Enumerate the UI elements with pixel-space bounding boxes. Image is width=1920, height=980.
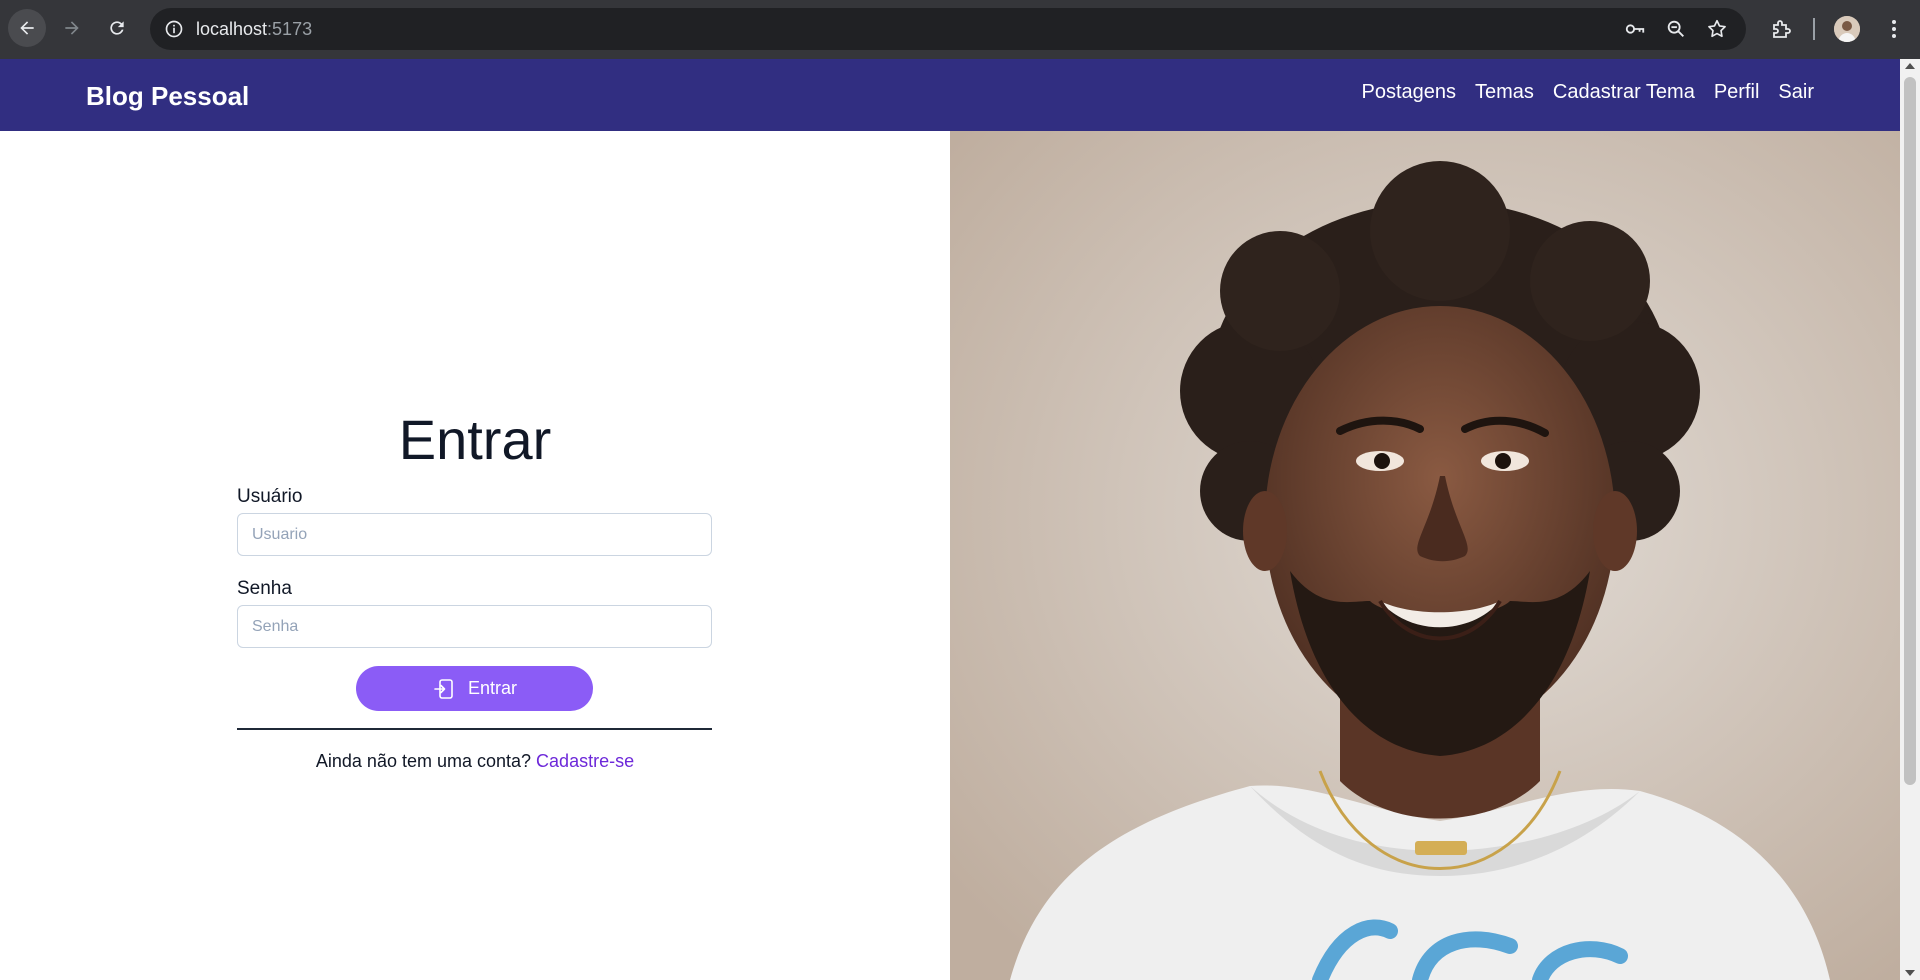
url-text[interactable]: localhost:5173 xyxy=(196,19,312,39)
zoom-icon[interactable] xyxy=(1665,18,1687,40)
login-title: Entrar xyxy=(398,408,552,471)
more-menu-icon[interactable] xyxy=(1882,17,1906,41)
nav-link-temas[interactable]: Temas xyxy=(1475,81,1534,104)
bookmark-star-icon[interactable] xyxy=(1706,18,1728,40)
login-button[interactable]: Entrar xyxy=(356,666,593,711)
scroll-thumb[interactable] xyxy=(1904,77,1916,785)
avatar-icon xyxy=(1834,16,1860,42)
nav-link-sair[interactable]: Sair xyxy=(1778,81,1814,104)
profile-avatar[interactable] xyxy=(1834,16,1860,42)
site-info-icon[interactable] xyxy=(164,19,184,39)
key-icon[interactable] xyxy=(1624,18,1646,40)
person-portrait-illustration xyxy=(950,131,1900,980)
sign-in-icon xyxy=(434,678,453,699)
reload-icon xyxy=(110,21,124,35)
nav-link-postagens[interactable]: Postagens xyxy=(1362,81,1457,104)
login-button-label: Entrar xyxy=(467,678,518,698)
browser-toolbar: localhost:5173 xyxy=(0,0,1920,59)
nav-links: Postagens Temas Cadastrar Tema Perfil Sa… xyxy=(1362,81,1815,104)
divider xyxy=(237,728,712,730)
login-panel: Entrar Usuário Senha Entrar Ainda não te… xyxy=(0,131,950,980)
profile-photo xyxy=(950,131,1900,980)
username-input[interactable] xyxy=(237,513,712,556)
extensions-icon[interactable] xyxy=(1770,17,1794,41)
nav-link-perfil[interactable]: Perfil xyxy=(1714,81,1760,104)
scroll-up-arrow-icon[interactable] xyxy=(1905,63,1915,69)
reload-button[interactable] xyxy=(98,9,136,47)
forward-button[interactable] xyxy=(53,9,91,47)
nav-link-cadastrar-tema[interactable]: Cadastrar Tema xyxy=(1553,81,1695,104)
signup-prompt: Ainda não tem uma conta? Cadastre-se xyxy=(0,751,950,772)
arrow-right-icon xyxy=(65,21,79,35)
arrow-left-icon xyxy=(20,21,34,35)
password-input[interactable] xyxy=(237,605,712,648)
back-button[interactable] xyxy=(8,9,46,47)
signup-prompt-text: Ainda não tem uma conta? xyxy=(315,751,532,771)
toolbar-separator xyxy=(1813,18,1815,40)
signup-link[interactable]: Cadastre-se xyxy=(536,751,634,771)
password-label: Senha xyxy=(237,578,292,599)
address-bar[interactable]: localhost:5173 xyxy=(150,8,1746,50)
brand-logo[interactable]: Blog Pessoal xyxy=(86,81,249,112)
scroll-down-arrow-icon[interactable] xyxy=(1905,970,1915,976)
page-scrollbar[interactable] xyxy=(1900,59,1920,980)
site-navbar: Blog Pessoal Postagens Temas Cadastrar T… xyxy=(0,59,1900,131)
username-label: Usuário xyxy=(237,486,303,507)
